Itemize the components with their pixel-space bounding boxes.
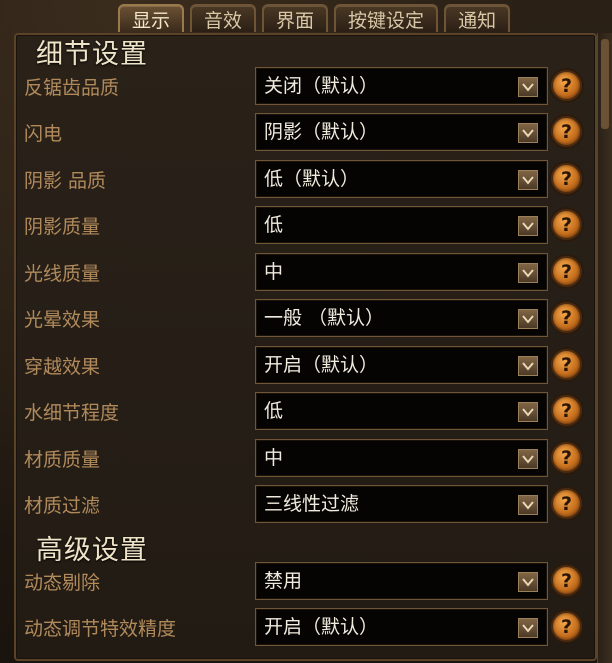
setting-label-texture-quality: 材质质量 (24, 449, 101, 471)
setting-dropdown-dynamic-effect-precision[interactable]: 开启（默认） (255, 608, 548, 646)
chevron-down-icon[interactable] (518, 402, 538, 422)
setting-value-texture-filtering: 三线性过滤 (264, 493, 360, 515)
chevron-down-icon[interactable] (518, 216, 538, 236)
setting-dropdown-antialias-quality[interactable]: 关闭（默认） (255, 67, 548, 105)
chevron-down-icon[interactable] (518, 263, 538, 283)
setting-dropdown-shadow-quality[interactable]: 低（默认） (255, 160, 548, 198)
setting-dropdown-shadow-detail[interactable]: 低 (255, 206, 548, 244)
setting-dropdown-bloom-effect[interactable]: 一般 （默认） (255, 299, 548, 337)
help-icon[interactable]: ? (551, 395, 582, 426)
help-icon[interactable]: ? (551, 256, 582, 287)
scrollbar-thumb[interactable] (601, 39, 609, 129)
setting-label-dynamic-effect-precision: 动态调节特效精度 (24, 618, 177, 640)
setting-value-antialias-quality: 关闭（默认） (264, 75, 379, 97)
tab-audio[interactable]: 音效 (190, 4, 257, 32)
help-icon[interactable]: ? (551, 302, 582, 333)
setting-label-water-detail: 水细节程度 (24, 402, 120, 424)
setting-label-dynamic-culling: 动态剔除 (24, 572, 101, 594)
help-icon[interactable]: ? (551, 70, 582, 101)
chevron-down-icon[interactable] (518, 123, 538, 143)
setting-value-texture-quality: 中 (264, 447, 284, 469)
setting-dropdown-dynamic-culling[interactable]: 禁用 (255, 562, 548, 600)
setting-dropdown-passthrough-effect[interactable]: 开启（默认） (255, 346, 548, 384)
help-icon[interactable]: ? (551, 442, 582, 473)
section-title-detail: 细节设置 (36, 39, 148, 70)
setting-label-shadow-detail: 阴影质量 (24, 216, 101, 238)
setting-value-light-quality: 中 (264, 261, 284, 283)
chevron-down-icon[interactable] (518, 356, 538, 376)
tab-notifications[interactable]: 通知 (444, 4, 511, 32)
help-icon[interactable]: ? (551, 611, 582, 642)
setting-value-water-detail: 低 (264, 400, 284, 422)
chevron-down-icon[interactable] (518, 618, 538, 638)
setting-dropdown-light-quality[interactable]: 中 (255, 253, 548, 291)
setting-dropdown-water-detail[interactable]: 低 (255, 392, 548, 430)
scrollbar[interactable] (597, 33, 612, 663)
setting-value-bloom-effect: 一般 （默认） (264, 307, 385, 329)
help-icon[interactable]: ? (551, 349, 582, 380)
settings-window: 显示 音效 界面 按键设定 通知 细节设置 高级设置 反锯齿品质 关闭（默认）? 闪… (0, 0, 612, 663)
tab-display[interactable]: 显示 (118, 4, 185, 32)
setting-dropdown-texture-quality[interactable]: 中 (255, 439, 548, 477)
help-icon[interactable]: ? (551, 209, 582, 240)
chevron-down-icon[interactable] (518, 309, 538, 329)
setting-value-shadow-quality: 低（默认） (264, 168, 360, 190)
setting-dropdown-lightning[interactable]: 阴影（默认） (255, 113, 548, 151)
setting-value-dynamic-culling: 禁用 (264, 570, 303, 592)
tab-keybindings[interactable]: 按键设定 (334, 4, 439, 32)
setting-label-lightning: 闪电 (24, 123, 63, 145)
help-icon[interactable]: ? (551, 488, 582, 519)
help-icon[interactable]: ? (551, 565, 582, 596)
tab-strip: 显示 音效 界面 按键设定 通知 (118, 4, 511, 34)
chevron-down-icon[interactable] (518, 77, 538, 97)
setting-dropdown-texture-filtering[interactable]: 三线性过滤 (255, 485, 548, 523)
setting-value-dynamic-effect-precision: 开启（默认） (264, 616, 379, 638)
setting-label-bloom-effect: 光晕效果 (24, 309, 101, 331)
setting-value-shadow-detail: 低 (264, 214, 284, 236)
chevron-down-icon[interactable] (518, 495, 538, 515)
chevron-down-icon[interactable] (518, 572, 538, 592)
help-icon[interactable]: ? (551, 116, 582, 147)
setting-label-shadow-quality: 阴影 品质 (24, 170, 107, 192)
tab-interface[interactable]: 界面 (262, 4, 329, 32)
chevron-down-icon[interactable] (518, 449, 538, 469)
setting-value-lightning: 阴影（默认） (264, 121, 379, 143)
setting-label-passthrough-effect: 穿越效果 (24, 356, 101, 378)
chevron-down-icon[interactable] (518, 170, 538, 190)
help-icon[interactable]: ? (551, 163, 582, 194)
setting-label-texture-filtering: 材质过滤 (24, 495, 101, 517)
setting-label-antialias-quality: 反锯齿品质 (24, 77, 120, 99)
section-title-advanced: 高级设置 (36, 535, 148, 566)
setting-label-light-quality: 光线质量 (24, 263, 101, 285)
setting-value-passthrough-effect: 开启（默认） (264, 354, 379, 376)
